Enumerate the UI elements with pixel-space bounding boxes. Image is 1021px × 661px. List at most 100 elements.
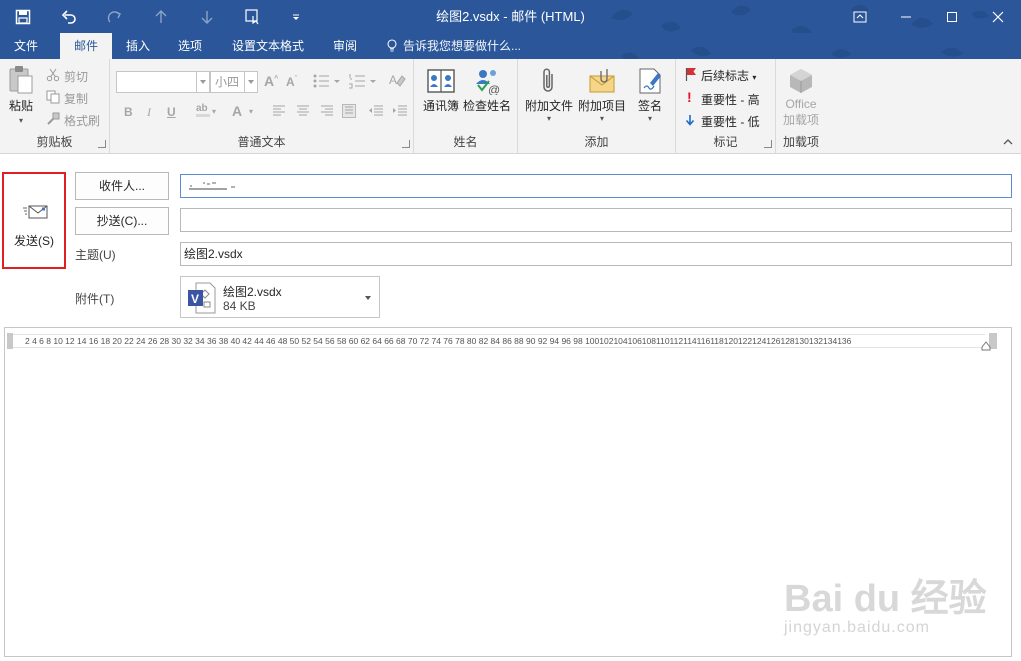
chevron-up-icon — [1003, 139, 1013, 145]
importance-high-button[interactable]: 重要性 - 高 — [701, 91, 760, 108]
tab-message[interactable]: 邮件 — [60, 33, 112, 59]
group-addins: Office 加载项 加载项 — [776, 59, 826, 153]
paste-button[interactable]: 粘贴 ▾ — [4, 65, 38, 125]
attach-file-button[interactable]: 附加文件 ▾ — [523, 67, 575, 123]
cut-button[interactable]: 剪切 — [64, 68, 88, 85]
font-size-value: 小四 — [215, 75, 240, 89]
window-controls — [837, 0, 1021, 33]
right-indent-marker[interactable] — [981, 341, 991, 351]
justify-icon[interactable] — [342, 104, 356, 118]
importance-low-button[interactable]: 重要性 - 低 — [701, 113, 760, 130]
subject-field[interactable]: 绘图2.vsdx — [180, 242, 1012, 266]
collapse-ribbon-button[interactable] — [1003, 138, 1013, 149]
clear-formatting-icon[interactable]: A — [388, 71, 406, 89]
numbering-icon[interactable] — [348, 73, 382, 89]
highlight-dropdown[interactable]: ▾ — [212, 107, 216, 116]
check-names-button[interactable]: @ 检查姓名 — [460, 67, 514, 114]
attachment-size: 84 KB — [223, 299, 256, 313]
group-label-addins: 加载项 — [782, 135, 819, 149]
signature-button[interactable]: 签名 ▾ — [630, 67, 670, 123]
check-names-icon: @ — [476, 70, 500, 95]
basic-text-dialog-launcher[interactable] — [402, 140, 410, 148]
tab-format-text[interactable]: 设置文本格式 — [220, 33, 316, 59]
follow-up-label: 后续标志 — [701, 69, 750, 83]
attachment-name: 绘图2.vsdx — [223, 285, 282, 299]
check-names-label: 检查姓名 — [462, 99, 511, 113]
paste-dropdown-arrow: ▾ — [18, 116, 23, 125]
minimize-icon — [901, 16, 911, 17]
align-left-icon[interactable] — [272, 105, 286, 117]
align-right-icon[interactable] — [320, 105, 334, 117]
highlight-button[interactable]: ab — [196, 103, 210, 117]
font-color-dropdown[interactable]: ▾ — [249, 107, 253, 116]
decrease-indent-icon[interactable] — [368, 105, 384, 117]
tell-me-box[interactable]: 告诉我您想要做什么... — [386, 33, 521, 59]
office-addins-label-2: 加载项 — [782, 113, 819, 127]
cc-button[interactable]: 抄送(C)... — [75, 207, 169, 235]
cc-field[interactable] — [180, 208, 1012, 232]
group-clipboard: 粘贴 ▾ 剪切 复制 格式刷 剪贴板 — [0, 59, 110, 153]
group-basic-text: 小四 A^ Aˇ A B I U ab ▾ A ▾ 普通文本 — [110, 59, 414, 153]
office-addins-button[interactable]: Office 加载项 — [778, 67, 824, 128]
ribbon-display-options-button[interactable] — [837, 0, 883, 33]
tags-dialog-launcher[interactable] — [764, 140, 772, 148]
redacted-recipient — [189, 182, 235, 190]
ribbon-tabs: 文件 邮件 插入 选项 设置文本格式 审阅 告诉我您想要做什么... — [0, 33, 1021, 59]
italic-button[interactable]: I — [147, 105, 151, 120]
attachment-label: 附件(T) — [75, 292, 115, 306]
tab-insert[interactable]: 插入 — [112, 33, 164, 59]
paperclip-icon — [543, 68, 553, 92]
scissors-icon — [46, 68, 60, 82]
ribbon-display-icon — [853, 11, 867, 22]
svg-text:A: A — [389, 73, 397, 87]
address-book-icon — [427, 69, 455, 93]
attach-item-dropdown: ▾ — [599, 114, 604, 123]
group-label-basic-text: 普通文本 — [237, 135, 286, 149]
close-button[interactable] — [975, 0, 1021, 33]
font-size-combo[interactable]: 小四 — [210, 71, 258, 93]
underline-button[interactable]: U — [167, 105, 176, 119]
align-center-icon[interactable] — [296, 105, 310, 117]
ruler: 2 4 6 8 10 12 14 16 18 20 22 24 26 28 30… — [5, 328, 1011, 352]
increase-indent-icon[interactable] — [392, 105, 408, 117]
to-button[interactable]: 收件人... — [75, 172, 169, 200]
signature-label: 签名 — [637, 99, 662, 113]
attach-item-button[interactable]: 附加项目 ▾ — [576, 67, 628, 123]
office-addins-label-1: Office — [785, 97, 817, 111]
follow-up-button[interactable]: 后续标志 ▾ — [701, 67, 756, 84]
attachment-item[interactable]: V 绘图2.vsdx 84 KB — [180, 276, 380, 318]
font-name-combo[interactable] — [116, 71, 210, 93]
ruler-numbers: 2 4 6 8 10 12 14 16 18 20 22 24 26 28 30… — [25, 336, 852, 346]
maximize-button[interactable] — [929, 0, 975, 33]
shrink-font-button[interactable]: Aˇ — [286, 75, 297, 89]
to-field[interactable] — [180, 174, 1012, 198]
attachment-dropdown-arrow[interactable] — [365, 296, 371, 300]
paste-label: 粘贴 — [8, 99, 33, 113]
address-book-button[interactable]: 通讯簿 — [419, 67, 463, 114]
group-label-names: 姓名 — [453, 135, 478, 149]
tab-review[interactable]: 审阅 — [320, 33, 370, 59]
grow-font-button[interactable]: A^ — [264, 73, 278, 89]
attach-file-label: 附加文件 — [524, 99, 573, 113]
ribbon: 粘贴 ▾ 剪切 复制 格式刷 剪贴板 小四 A^ Aˇ A B I U ab ▾… — [0, 59, 1021, 154]
attach-item-label: 附加项目 — [577, 99, 626, 113]
tab-options[interactable]: 选项 — [164, 33, 216, 59]
copy-button[interactable]: 复制 — [64, 90, 88, 107]
subject-label: 主题(U) — [75, 248, 116, 262]
send-button[interactable]: 发送(S) — [2, 172, 66, 269]
signature-icon — [639, 68, 661, 94]
close-icon — [992, 11, 1004, 22]
attach-item-icon — [589, 69, 615, 93]
signature-dropdown: ▾ — [647, 114, 652, 123]
send-icon — [23, 205, 48, 219]
svg-text:@: @ — [488, 83, 500, 95]
format-painter-button[interactable]: 格式刷 — [64, 112, 100, 129]
bold-button[interactable]: B — [124, 105, 133, 119]
minimize-button[interactable] — [883, 0, 929, 33]
font-color-button[interactable]: A — [232, 103, 242, 119]
watermark-url: jingyan.baidu.com — [784, 619, 930, 636]
tab-file[interactable]: 文件 — [0, 33, 52, 59]
clipboard-dialog-launcher[interactable] — [98, 140, 106, 148]
maximize-icon — [947, 11, 957, 22]
bullets-icon[interactable] — [312, 73, 346, 89]
